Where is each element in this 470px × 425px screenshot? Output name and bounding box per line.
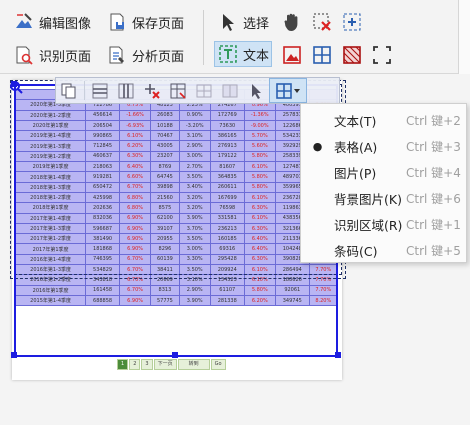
region-anchor-icon[interactable] [9, 80, 23, 94]
menu-item-label: 背景图片(K) [334, 191, 402, 207]
add-region-icon [342, 12, 362, 32]
menu-item-shortcut: Ctrl 键+4 [406, 165, 461, 180]
pager-goto: 转到 [177, 359, 210, 370]
delete-region-icon [312, 12, 332, 32]
pointer-icon [218, 12, 238, 32]
resize-handle-bottom[interactable] [172, 352, 178, 358]
analyze-page-icon [107, 45, 127, 65]
picture-region-icon [282, 45, 302, 65]
edit-image-icon [14, 12, 34, 32]
pager-page-1: 1 [117, 359, 129, 370]
background-picture-icon [342, 45, 362, 65]
select-tool-button[interactable]: 选择 [218, 10, 269, 34]
menu-item-text[interactable]: 文本(T) Ctrl 键+2 [301, 107, 466, 133]
text-region-button[interactable]: 文本 [214, 41, 272, 67]
analyze-page-button[interactable]: 分析页面 [107, 43, 184, 67]
delete-separator-button[interactable] [139, 78, 165, 103]
copy-region-button[interactable] [56, 78, 82, 103]
column-separator-icon [118, 83, 134, 98]
pager-go: Go [210, 359, 226, 370]
toolbar-divider [203, 10, 204, 65]
menu-item-label: 文本(T) [334, 113, 377, 129]
recognition-area-button[interactable] [372, 43, 392, 67]
background-picture-region-button[interactable] [342, 43, 362, 67]
pointer-icon [252, 83, 261, 99]
menu-item-shortcut: Ctrl 键+5 [406, 243, 461, 258]
region-type-dropdown[interactable] [269, 78, 307, 103]
table-region-button[interactable] [312, 43, 332, 67]
region-type-menu: 文本(T) Ctrl 键+2 ● 表格(A) Ctrl 键+3 图片(P) Ct… [300, 103, 467, 263]
split-cells-button[interactable] [217, 78, 243, 103]
menu-item-label: 图片(P) [334, 165, 377, 181]
analyze-table-icon [170, 83, 186, 99]
resize-handle-bottom-right[interactable] [335, 352, 341, 358]
copy-icon [61, 83, 76, 98]
picture-region-button[interactable] [282, 43, 302, 67]
recognize-page-button[interactable]: 识别页面 [14, 43, 91, 67]
text-region-icon [218, 44, 238, 64]
save-page-button[interactable]: 保存页面 [107, 10, 184, 34]
split-cells-icon [222, 84, 238, 97]
merge-cells-button[interactable] [191, 78, 217, 103]
merge-cells-icon [196, 84, 212, 97]
add-region-button[interactable] [342, 10, 362, 34]
analyze-page-label: 分析页面 [132, 49, 185, 65]
menu-item-shortcut: Ctrl 键+6 [406, 191, 461, 206]
menu-item-barcode[interactable]: 条码(C) Ctrl 键+5 [301, 237, 466, 263]
table-region-frame[interactable] [14, 84, 338, 357]
region-floating-toolbar [55, 77, 340, 104]
menu-check-indicator: ● [312, 139, 323, 153]
insert-row-separator-button[interactable] [87, 78, 113, 103]
analyze-table-button[interactable] [165, 78, 191, 103]
page-pager: 1 2 3 下一页 转到 Go [117, 359, 226, 370]
menu-item-label: 条码(C) [334, 243, 378, 259]
menu-item-background-picture[interactable]: 背景图片(K) Ctrl 键+6 [301, 185, 466, 211]
menu-item-table[interactable]: ● 表格(A) Ctrl 键+3 [301, 133, 466, 159]
recognize-page-icon [14, 45, 34, 65]
floating-toolbar-divider [84, 81, 85, 100]
table-region-icon [312, 45, 332, 65]
pager-next: 下一页 [153, 359, 177, 370]
pan-tool-button[interactable] [282, 10, 302, 34]
select-tool-label: 选择 [243, 16, 270, 32]
recognize-page-label: 识别页面 [39, 49, 92, 65]
save-page-icon [107, 12, 127, 32]
menu-item-picture[interactable]: 图片(P) Ctrl 键+4 [301, 159, 466, 185]
insert-column-separator-button[interactable] [113, 78, 139, 103]
delete-region-button[interactable] [312, 10, 332, 34]
pager-page-2: 2 [129, 359, 141, 370]
select-cell-pointer-button[interactable] [243, 78, 269, 103]
row-separator-icon [92, 83, 108, 98]
hand-icon [282, 12, 302, 32]
menu-item-recognition-area[interactable]: 识别区域(R) Ctrl 键+1 [301, 211, 466, 237]
pager-page-3: 3 [141, 359, 153, 370]
chevron-down-icon [294, 88, 300, 93]
edit-image-button[interactable]: 编辑图像 [14, 10, 91, 34]
text-region-label: 文本 [243, 48, 270, 64]
ribbon-scroll-edge [458, 0, 470, 74]
menu-item-label: 表格(A) [334, 139, 378, 155]
menu-item-label: 识别区域(R) [334, 217, 403, 233]
save-page-label: 保存页面 [132, 16, 185, 32]
menu-item-shortcut: Ctrl 键+3 [406, 139, 461, 154]
delete-separator-icon [145, 83, 160, 99]
menu-item-shortcut: Ctrl 键+1 [406, 217, 461, 232]
ribbon-toolbar: 编辑图像 保存页面 选择 识别页面 分析页面 文本 [0, 0, 470, 74]
table-region-icon [276, 82, 292, 99]
menu-item-shortcut: Ctrl 键+2 [406, 113, 461, 128]
resize-handle-bottom-left[interactable] [11, 352, 17, 358]
edit-image-label: 编辑图像 [39, 16, 92, 32]
recognition-area-icon [372, 45, 392, 65]
